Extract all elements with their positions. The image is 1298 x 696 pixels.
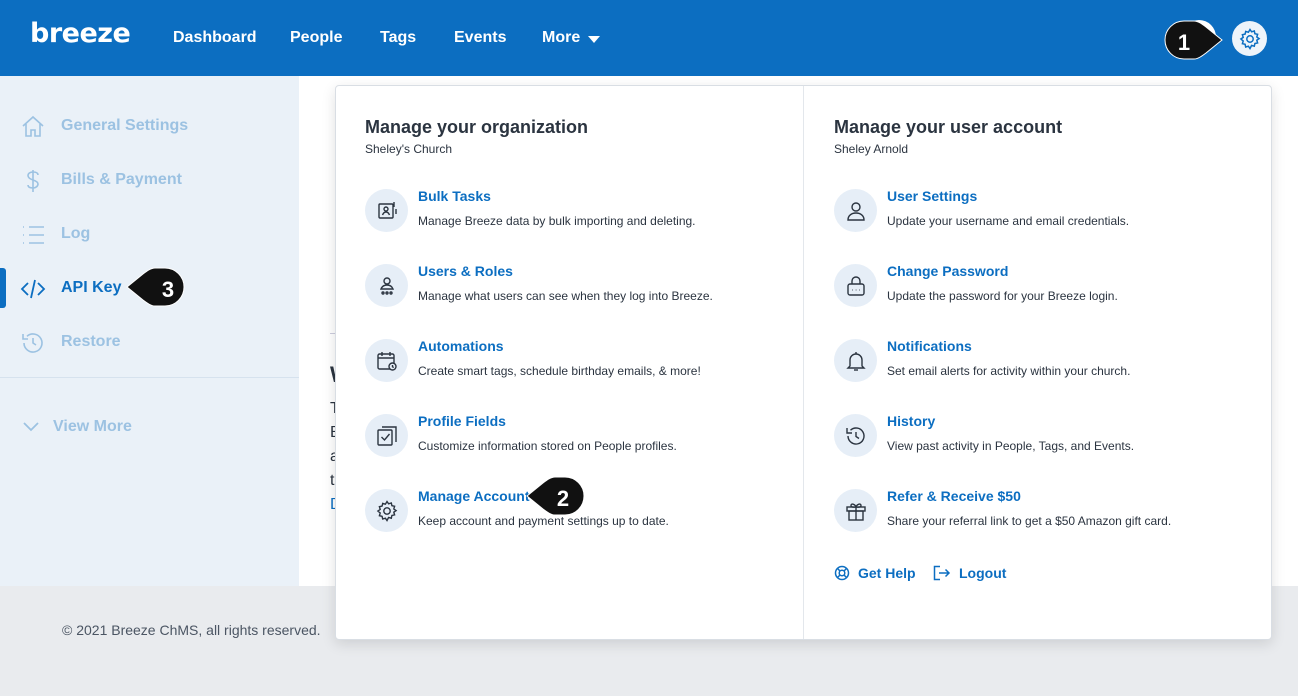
chevron-down-icon xyxy=(23,422,39,432)
callout-number: 3 xyxy=(161,277,175,302)
user-name: Sheley Arnold xyxy=(834,142,909,156)
callout-number: 2 xyxy=(556,486,570,511)
sidebar-item-restore[interactable]: Restore xyxy=(0,322,299,362)
menu-item-title: Bulk Tasks xyxy=(418,188,491,204)
sidebar-item-log[interactable]: Log xyxy=(0,214,299,254)
menu-item-desc: Update the password for your Breeze logi… xyxy=(887,289,1118,303)
menu-item-history[interactable]: History View past activity in People, Ta… xyxy=(834,413,1254,461)
breeze-logo[interactable]: breeze xyxy=(30,18,131,49)
nav-people[interactable]: People xyxy=(290,29,342,47)
checkbox-icon xyxy=(376,425,397,446)
sidebar-item-label: API Key xyxy=(61,279,122,296)
get-help-link[interactable]: Get Help xyxy=(834,565,916,581)
menu-item-user-settings[interactable]: User Settings Update your username and e… xyxy=(834,188,1254,236)
gear-icon xyxy=(376,499,397,522)
user-icon xyxy=(846,201,865,221)
menu-item-profile-fields[interactable]: Profile Fields Customize information sto… xyxy=(365,413,785,461)
step-callout-3: 3 xyxy=(125,267,185,311)
step-callout-2: 2 xyxy=(525,476,585,520)
sidebar-item-bills-payment[interactable]: Bills & Payment xyxy=(0,160,299,200)
menu-item-desc: Update your username and email credentia… xyxy=(887,214,1130,228)
menu-item-refer-receive[interactable]: Refer & Receive $50 Share your referral … xyxy=(834,488,1254,536)
logout-label: Logout xyxy=(959,565,1007,581)
sidebar-item-label: Restore xyxy=(61,333,121,350)
sidebar-item-label: Bills & Payment xyxy=(61,171,182,188)
copyright-text: © 2021 Breeze ChMS, all rights reserved. xyxy=(62,622,321,638)
bulk-import-icon xyxy=(377,201,397,219)
menu-item-title: Notifications xyxy=(887,338,972,354)
calendar-clock-icon xyxy=(376,351,397,371)
nav-more[interactable]: More xyxy=(542,29,580,47)
chevron-down-icon xyxy=(588,36,600,43)
nav-events[interactable]: Events xyxy=(454,29,506,47)
gear-icon xyxy=(1239,27,1260,50)
nav-tags[interactable]: Tags xyxy=(380,29,416,47)
menu-item-desc: Create smart tags, schedule birthday ema… xyxy=(418,364,701,378)
org-name: Sheley's Church xyxy=(365,142,452,156)
step-callout-1: 1 xyxy=(1162,20,1223,64)
sidebar-item-general-settings[interactable]: General Settings xyxy=(0,106,299,146)
menu-item-title: Change Password xyxy=(887,263,1009,279)
nav-dashboard[interactable]: Dashboard xyxy=(173,29,257,47)
menu-item-title: Refer & Receive $50 xyxy=(887,488,1021,504)
menu-item-desc: Customize information stored on People p… xyxy=(418,439,677,453)
menu-item-desc: Set email alerts for activity within you… xyxy=(887,364,1131,378)
logout-link[interactable]: Logout xyxy=(933,565,1006,581)
user-roles-icon xyxy=(379,276,394,295)
menu-item-title: History xyxy=(887,413,936,429)
sidebar-item-label: General Settings xyxy=(61,117,189,134)
menu-item-notifications[interactable]: Notifications Set email alerts for activ… xyxy=(834,338,1254,386)
lock-icon xyxy=(846,275,865,296)
home-icon xyxy=(22,115,44,137)
menu-item-title: Automations xyxy=(418,338,504,354)
panel-divider xyxy=(803,86,804,639)
history-icon xyxy=(845,426,865,445)
bell-icon xyxy=(845,351,866,371)
code-icon xyxy=(20,279,46,299)
menu-item-change-password[interactable]: Change Password Update the password for … xyxy=(834,263,1254,311)
user-section-title: Manage your user account xyxy=(834,117,1063,137)
menu-item-desc: Manage what users can see when they log … xyxy=(418,289,713,303)
settings-button[interactable] xyxy=(1232,21,1267,56)
menu-item-title: Profile Fields xyxy=(418,413,506,429)
menu-item-title: Users & Roles xyxy=(418,263,513,279)
sidebar-divider xyxy=(0,377,299,378)
dollar-icon xyxy=(27,170,39,192)
menu-item-desc: View past activity in People, Tags, and … xyxy=(887,439,1135,453)
gift-icon xyxy=(845,502,866,521)
get-help-label: Get Help xyxy=(858,565,916,581)
view-more-link[interactable]: View More xyxy=(53,418,132,436)
menu-item-bulk-tasks[interactable]: Bulk Tasks Manage Breeze data by bulk im… xyxy=(365,188,785,236)
menu-item-automations[interactable]: Automations Create smart tags, schedule … xyxy=(365,338,785,386)
menu-item-title: User Settings xyxy=(887,188,978,204)
menu-item-title: Manage Account xyxy=(418,488,530,504)
logout-icon xyxy=(933,565,951,581)
list-icon xyxy=(23,226,44,244)
menu-item-desc: Manage Breeze data by bulk importing and… xyxy=(418,214,696,228)
lifebuoy-icon xyxy=(834,565,850,581)
menu-item-users-roles[interactable]: Users & Roles Manage what users can see … xyxy=(365,263,785,311)
restore-icon xyxy=(22,333,43,353)
menu-item-desc: Share your referral link to get a $50 Am… xyxy=(887,514,1172,528)
callout-number: 1 xyxy=(1177,30,1191,55)
background-text-fragment: t xyxy=(330,472,335,489)
sidebar-item-label: Log xyxy=(61,225,91,242)
org-section-title: Manage your organization xyxy=(365,117,589,137)
